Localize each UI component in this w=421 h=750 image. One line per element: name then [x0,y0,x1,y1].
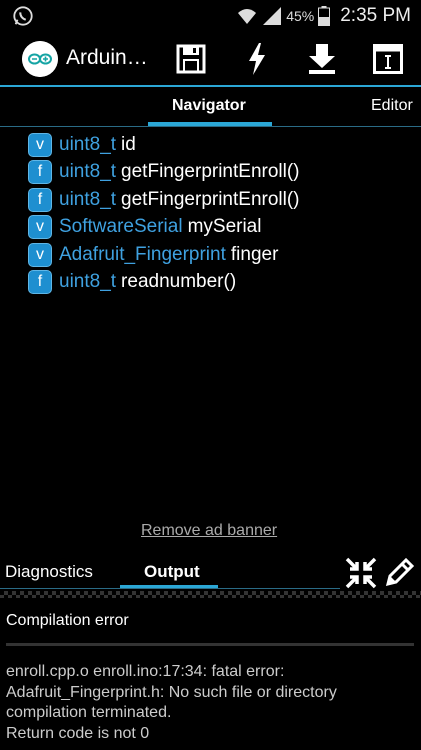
signal-icon [263,7,282,25]
function-icon: f [28,187,52,212]
output-line: compilation terminated. [6,704,172,721]
output-line: Adafruit_Fingerprint.h: No such file or … [6,683,337,701]
variable-icon: v [28,215,52,240]
item-name: getFingerprintEnroll() [121,188,300,210]
item-type: uint8_t [59,271,117,293]
item-name: mySerial [187,216,262,238]
upload-button[interactable] [302,40,342,78]
tab-editor[interactable]: Editor [371,97,413,115]
compile-status: Compilation error [6,612,129,629]
compile-button[interactable] [237,40,277,78]
battery-percent: 45% [286,8,315,24]
item-type: uint8_t [59,161,117,183]
tab-diagnostics[interactable]: Diagnostics [5,562,93,582]
item-name: getFingerprintEnroll() [121,161,300,183]
item-type: uint8_t [59,188,117,210]
bottom-tab-divider [0,588,340,589]
lightning-icon [249,43,265,75]
item-name: finger [230,243,279,265]
save-icon [176,44,206,74]
variable-icon: v [28,242,52,267]
battery-icon [318,6,331,26]
list-item[interactable]: v uint8_t id [28,131,300,159]
collapse-icon[interactable] [345,557,377,589]
output-line: Return code is not 0 [6,724,150,742]
tab-divider [0,126,421,127]
arduino-logo-icon[interactable] [22,41,58,77]
action-bar: Arduin… [0,32,421,86]
item-name: readnumber() [121,271,237,293]
pencil-icon[interactable] [384,556,416,588]
whatsapp-icon [13,6,33,26]
tab-output[interactable]: Output [144,562,200,582]
app-title: Arduin… [66,46,148,69]
item-type: Adafruit_Fingerprint [59,243,226,265]
list-item[interactable]: f uint8_t getFingerprintEnroll() [28,159,300,187]
serial-monitor-icon [373,44,403,74]
wifi-icon [238,9,257,24]
output-log: enroll.cpp.o enroll.ino:17:34: fatal err… [6,662,337,744]
output-separator [6,643,414,646]
list-item[interactable]: v SoftwareSerial mySerial [28,214,300,242]
item-type: SoftwareSerial [59,216,183,238]
function-icon: f [28,270,52,295]
serial-monitor-button[interactable] [368,40,408,78]
action-bar-divider [0,85,421,87]
output-line: enroll.cpp.o enroll.ino:17:34: fatal err… [6,663,285,680]
tab-navigator[interactable]: Navigator [172,97,246,115]
item-name: id [121,133,136,155]
save-button[interactable] [171,40,211,78]
list-item[interactable]: f uint8_t getFingerprintEnroll() [28,186,300,214]
variable-icon: v [28,132,52,157]
clock: 2:35 PM [340,5,411,26]
item-type: uint8_t [59,133,117,155]
navigator-list: v uint8_t id f uint8_t getFingerprintEnr… [28,131,300,296]
list-item[interactable]: v Adafruit_Fingerprint finger [28,241,300,269]
function-icon: f [28,160,52,185]
panel-divider [0,591,421,598]
remove-ad-banner-link[interactable]: Remove ad banner [141,522,277,540]
status-bar: 45% 2:35 PM [0,0,421,32]
download-icon [309,44,335,74]
list-item[interactable]: f uint8_t readnumber() [28,269,300,297]
